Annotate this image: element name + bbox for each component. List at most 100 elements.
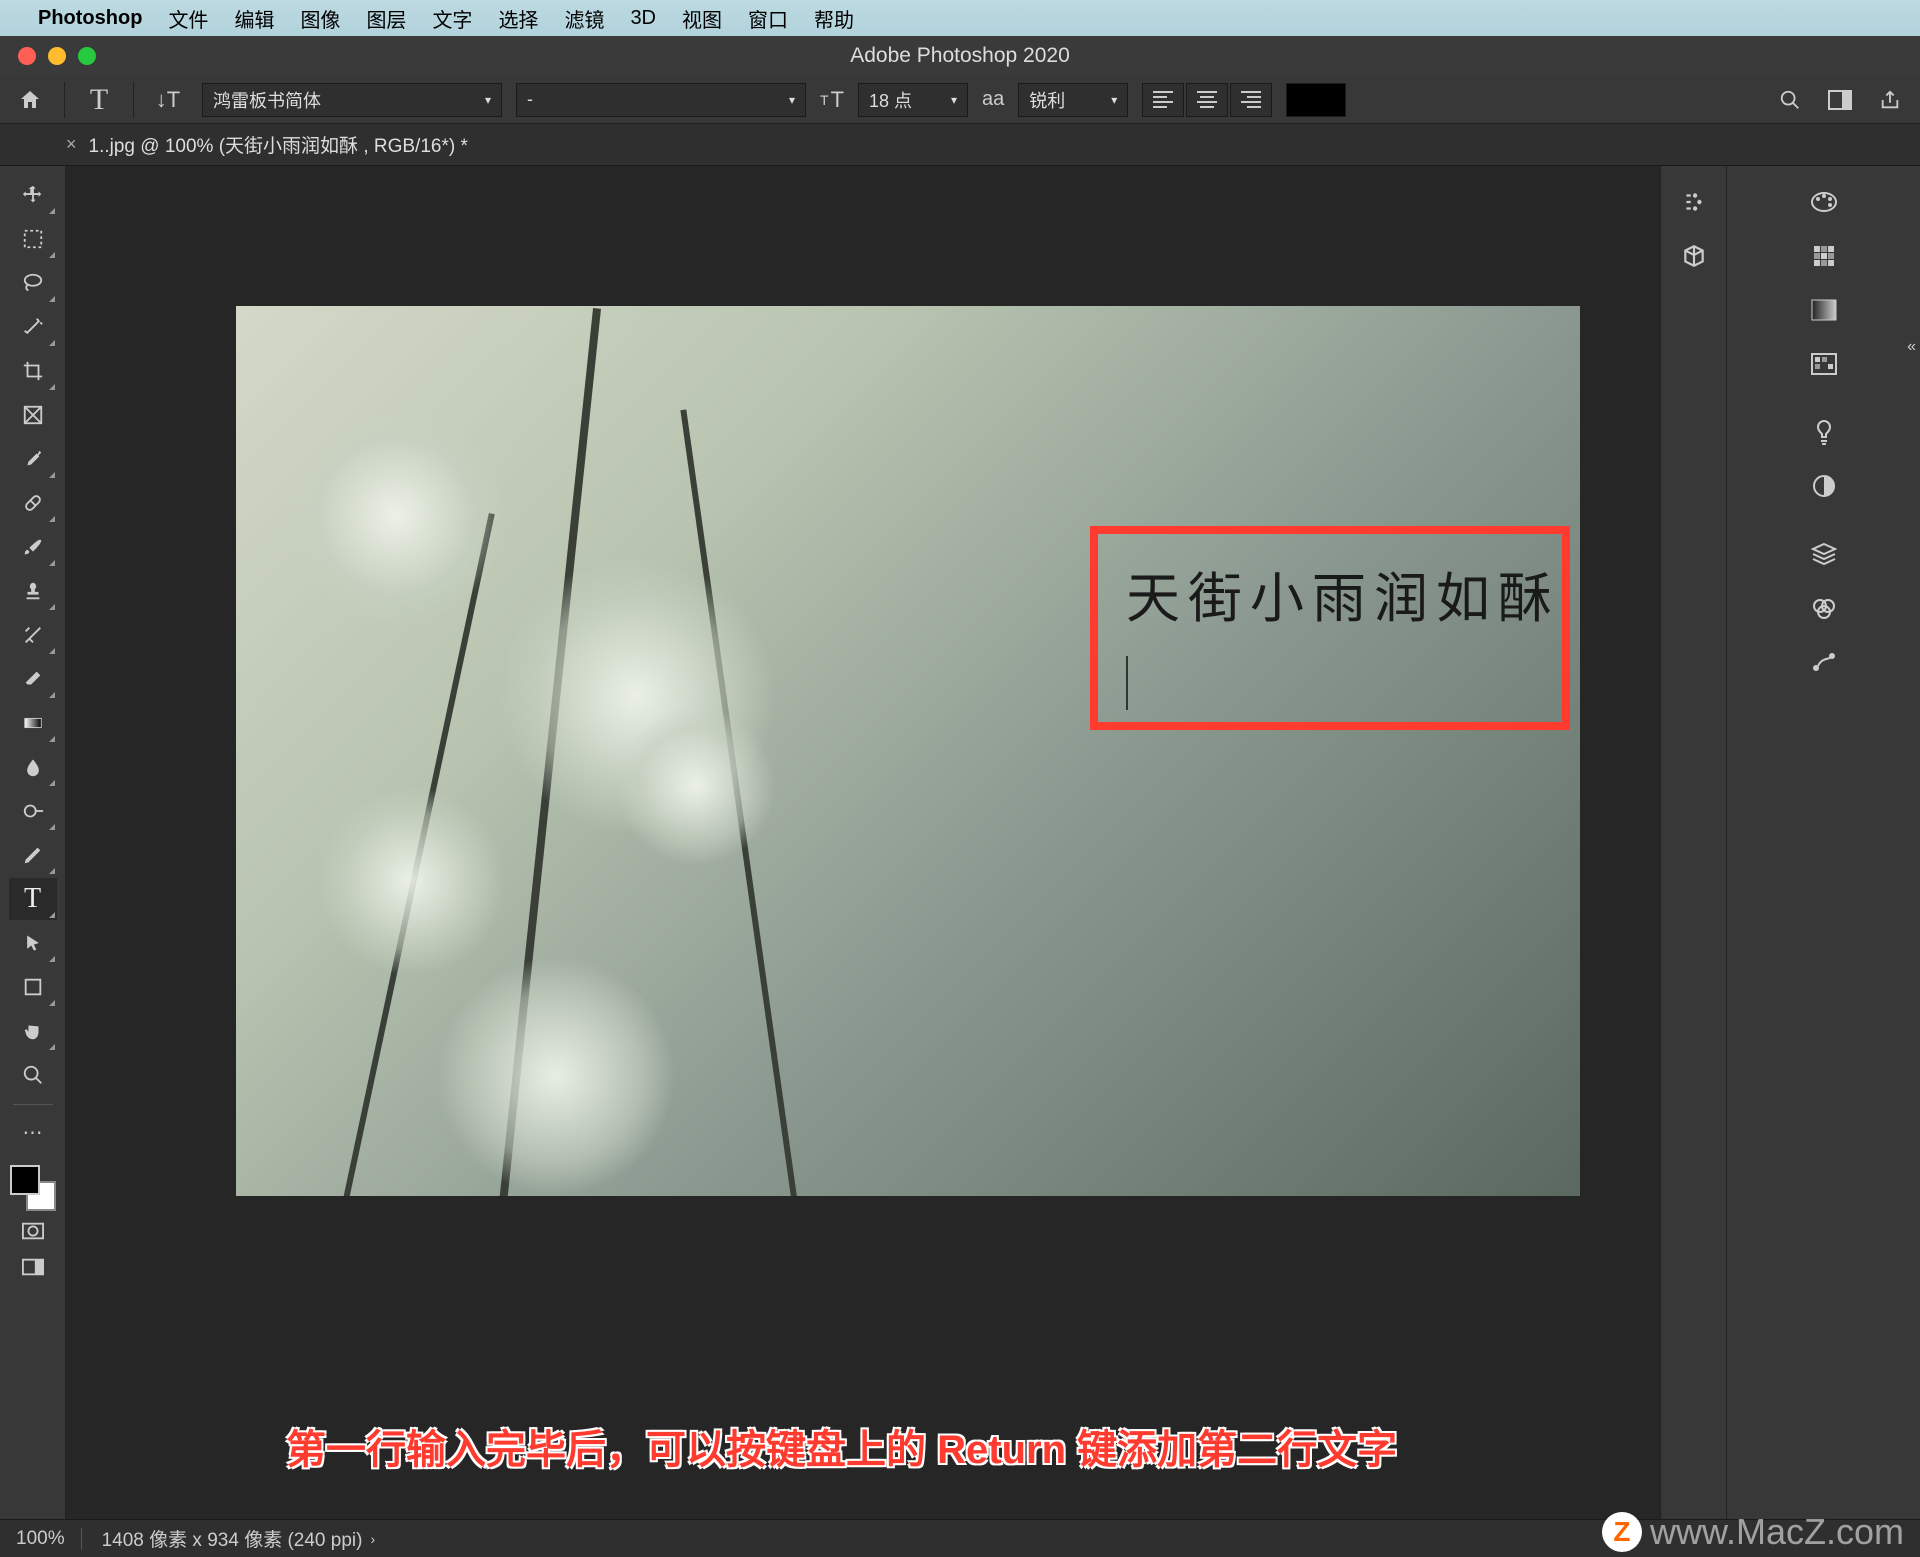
decorative-flower [286,406,506,626]
font-family-value: 鸿雷板书简体 [213,87,321,113]
decorative-flower [436,956,676,1196]
text-orientation-icon[interactable]: ↓T [148,80,188,120]
window-title: Adobe Photoshop 2020 [0,44,1920,68]
zoom-tool[interactable] [9,1054,57,1096]
menu-3d[interactable]: 3D [630,7,656,30]
search-icon[interactable] [1770,80,1810,120]
right-panels [1660,166,1920,1519]
align-right-button[interactable] [1230,83,1272,117]
font-size-dropdown[interactable]: 18 点 ▾ [858,83,968,117]
watermark-logo-icon: Z [1602,1512,1642,1552]
app-name[interactable]: Photoshop [38,7,142,30]
menu-help[interactable]: 帮助 [814,4,854,33]
patterns-panel-icon[interactable] [1800,340,1848,388]
crop-tool[interactable] [9,350,57,392]
canvas-area[interactable]: 天街小雨润如酥 第一行输入完毕后，可以按键盘上的 Return 键添加第二行文字 [66,166,1660,1519]
share-icon[interactable] [1870,80,1910,120]
properties-panel-icon[interactable] [1670,178,1718,226]
align-center-button[interactable] [1186,83,1228,117]
annotation-caption: 第一行输入完毕后，可以按键盘上的 Return 键添加第二行文字 [286,1417,1397,1475]
dodge-tool[interactable] [9,790,57,832]
chevron-down-icon: ▾ [951,93,957,107]
workspace: T ⋯ 天街小雨润如酥 第一行输入完毕后，可以按键盘上的 Return 键 [0,166,1920,1519]
align-left-button[interactable] [1142,83,1184,117]
gradients-panel-icon[interactable] [1800,286,1848,334]
3d-panel-icon[interactable] [1670,232,1718,280]
workspace-icon[interactable] [1820,80,1860,120]
font-family-dropdown[interactable]: 鸿雷板书简体 ▾ [202,83,502,117]
pen-tool[interactable] [9,834,57,876]
text-cursor [1126,656,1128,710]
stamp-tool[interactable] [9,570,57,612]
type-tool[interactable]: T [9,878,57,920]
document-dimensions[interactable]: 1408 像素 x 934 像素 (240 ppi) › [102,1525,376,1552]
wand-tool[interactable] [9,306,57,348]
lasso-tool[interactable] [9,262,57,304]
frame-tool[interactable] [9,394,57,436]
hand-tool[interactable] [9,1010,57,1052]
watermark: Z www.MacZ.com [1602,1511,1904,1553]
chevron-right-icon: › [370,1531,375,1547]
channels-panel-icon[interactable] [1800,584,1848,632]
move-tool[interactable] [9,174,57,216]
color-panel-icon[interactable] [1800,178,1848,226]
separator [64,82,65,118]
menu-view[interactable]: 视图 [682,4,722,33]
close-window-button[interactable] [18,47,36,65]
tool-preset-type-icon[interactable]: T [79,80,119,120]
chevron-down-icon: ▾ [1111,93,1117,107]
adjustments-panel-icon[interactable] [1800,462,1848,510]
home-icon[interactable] [10,80,50,120]
screen-mode-icon[interactable] [17,1251,49,1283]
swatches-panel-icon[interactable] [1800,232,1848,280]
decorative-flower [616,706,776,866]
blur-tool[interactable] [9,746,57,788]
antialias-dropdown[interactable]: 锐利 ▾ [1018,83,1128,117]
more-tools-icon[interactable]: ⋯ [9,1111,57,1153]
document-tab[interactable]: × 1..jpg @ 100% (天街小雨润如酥 , RGB/16*) * [66,131,468,158]
spacer [1727,516,1920,530]
maximize-window-button[interactable] [78,47,96,65]
decorative-flower [316,786,506,976]
layers-panel-icon[interactable] [1800,530,1848,578]
menu-type[interactable]: 文字 [432,4,472,33]
libraries-panel-icon[interactable] [1800,408,1848,456]
path-select-tool[interactable] [9,922,57,964]
eyedropper-tool[interactable] [9,438,57,480]
menu-layer[interactable]: 图层 [366,4,406,33]
text-color-swatch[interactable] [1286,83,1346,117]
menu-edit[interactable]: 编辑 [234,4,274,33]
document-tab-bar: × 1..jpg @ 100% (天街小雨润如酥 , RGB/16*) * [0,124,1920,166]
antialias-value: 锐利 [1029,87,1065,113]
paths-panel-icon[interactable] [1800,638,1848,686]
menu-select[interactable]: 选择 [498,4,538,33]
menu-window[interactable]: 窗口 [748,4,788,33]
menu-filter[interactable]: 滤镜 [564,4,604,33]
quick-mask-icon[interactable] [17,1215,49,1247]
heal-tool[interactable] [9,482,57,524]
font-style-dropdown[interactable]: - ▾ [516,83,806,117]
text-layer-content[interactable]: 天街小雨润如酥 [1126,554,1560,633]
close-tab-icon[interactable]: × [66,134,77,155]
brush-tool[interactable] [9,526,57,568]
toolbox: T ⋯ [0,166,66,1519]
minimize-window-button[interactable] [48,47,66,65]
marquee-tool[interactable] [9,218,57,260]
foreground-color[interactable] [10,1165,40,1195]
panel-column-2 [1726,166,1920,1519]
collapse-panels-icon[interactable]: « [1907,338,1916,356]
separator [13,1104,53,1105]
history-brush-tool[interactable] [9,614,57,656]
font-size-value: 18 点 [869,87,912,113]
window-titlebar: Adobe Photoshop 2020 [0,36,1920,76]
color-picker[interactable] [10,1165,56,1211]
font-size-icon: TT [820,87,844,113]
eraser-tool[interactable] [9,658,57,700]
shape-tool[interactable] [9,966,57,1008]
document-canvas[interactable]: 天街小雨润如酥 [236,306,1580,1196]
menu-image[interactable]: 图像 [300,4,340,33]
gradient-tool[interactable] [9,702,57,744]
zoom-level[interactable]: 100% [16,1528,82,1550]
menu-file[interactable]: 文件 [168,4,208,33]
font-style-value: - [527,89,533,110]
